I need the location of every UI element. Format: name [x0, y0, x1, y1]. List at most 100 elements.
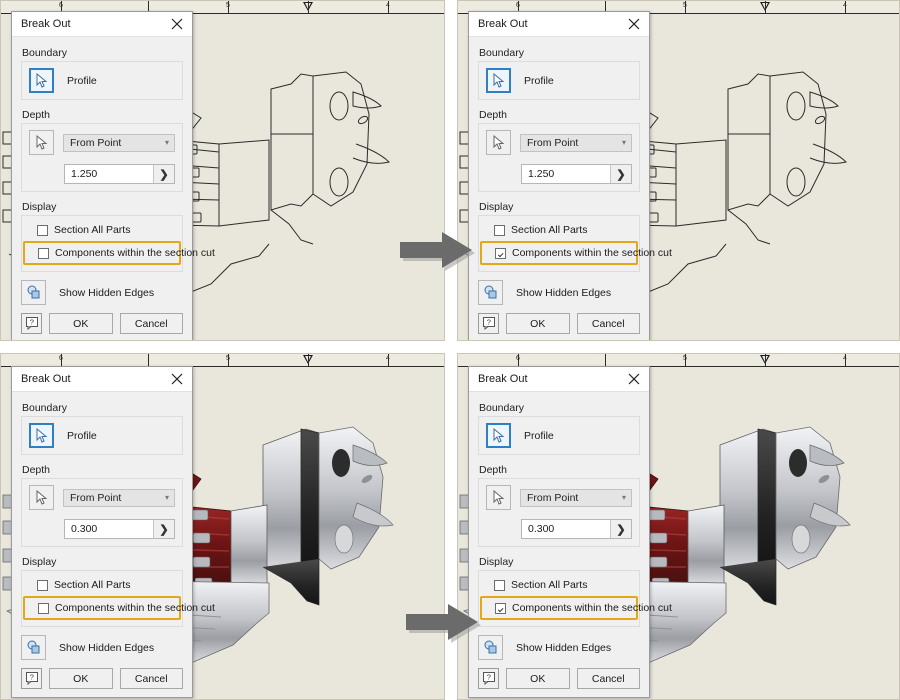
cancel-button[interactable]: Cancel [576, 668, 640, 689]
select-arrow-icon[interactable] [29, 423, 54, 448]
depth-value: 1.250 [71, 168, 98, 180]
show-hidden-edges-icon[interactable] [21, 280, 46, 305]
dialog-titlebar[interactable]: Break Out [469, 12, 649, 37]
show-hidden-edges-row[interactable]: Show Hidden Edges [478, 635, 640, 660]
section-all-parts-checkbox[interactable] [494, 579, 505, 591]
panel-top-left: 6 5 4 [0, 0, 445, 341]
dialog-titlebar[interactable]: Break Out [12, 12, 192, 37]
select-arrow-icon[interactable] [486, 68, 511, 93]
cancel-button[interactable]: Cancel [576, 313, 640, 334]
section-all-parts-row[interactable]: Section All Parts [486, 221, 632, 239]
depth-value-input[interactable]: 0.300 ❯ [521, 519, 632, 539]
help-icon[interactable]: ? [21, 668, 42, 689]
cancel-button[interactable]: Cancel [119, 313, 183, 334]
spinner-more-icon[interactable]: ❯ [610, 520, 631, 538]
dialog-titlebar[interactable]: Break Out [469, 367, 649, 392]
depth-value-input[interactable]: 1.250 ❯ [64, 164, 175, 184]
screenshot-root: 6 5 4 [0, 0, 900, 700]
dialog-footer: ? OK Cancel [478, 668, 640, 689]
components-within-section-cut-row[interactable]: Components within the section cut [480, 241, 672, 265]
breakout-dialog-top-right[interactable]: Break Out Boundary Profile Depth From Po… [468, 11, 672, 340]
dialog-titlebar[interactable]: Break Out [12, 367, 192, 392]
depth-point-select-arrow-icon[interactable] [29, 130, 54, 155]
profile-label: Profile [67, 429, 97, 442]
depth-point-select-arrow-icon[interactable] [29, 485, 54, 510]
dialog-title: Break Out [21, 18, 71, 30]
depth-group: From Point ▾ 0.300 ❯ [21, 478, 183, 547]
depth-group-label: Depth [479, 464, 508, 476]
chevron-down-icon: ▾ [621, 493, 626, 502]
show-hidden-edges-label: Show Hidden Edges [516, 286, 612, 299]
ok-button[interactable]: OK [49, 668, 113, 689]
svg-text:?: ? [29, 318, 33, 327]
section-all-parts-checkbox[interactable] [494, 224, 505, 236]
dialog-title: Break Out [21, 373, 71, 385]
section-all-parts-label: Section All Parts [54, 224, 131, 236]
components-within-section-cut-row[interactable]: Components within the section cut [23, 596, 215, 620]
show-hidden-edges-icon[interactable] [478, 280, 503, 305]
close-icon[interactable] [625, 15, 643, 33]
components-within-section-cut-checkbox[interactable] [38, 602, 49, 614]
breakout-dialog-bottom-right[interactable]: Break Out Boundary Profile Depth From Po… [468, 366, 672, 698]
section-all-parts-row[interactable]: Section All Parts [29, 221, 175, 239]
help-icon[interactable]: ? [478, 668, 499, 689]
show-hidden-edges-row[interactable]: Show Hidden Edges [21, 280, 183, 305]
depth-point-select-arrow-icon[interactable] [486, 130, 511, 155]
spinner-more-icon[interactable]: ❯ [153, 165, 174, 183]
depth-method-select[interactable]: From Point ▾ [520, 488, 632, 507]
dialog-body: Boundary Profile Depth [12, 392, 215, 697]
help-icon[interactable]: ? [478, 313, 499, 334]
ruler-label: 5 [683, 355, 687, 362]
chevron-down-icon: ▾ [164, 138, 169, 147]
ok-button[interactable]: OK [49, 313, 113, 334]
show-hidden-edges-row[interactable]: Show Hidden Edges [21, 635, 183, 660]
show-hidden-edges-label: Show Hidden Edges [516, 641, 612, 654]
depth-method-value: From Point [70, 491, 122, 504]
section-all-parts-checkbox[interactable] [37, 579, 48, 591]
depth-method-select[interactable]: From Point ▾ [63, 133, 175, 152]
ruler-label: 6 [59, 2, 63, 9]
section-all-parts-row[interactable]: Section All Parts [29, 576, 175, 594]
close-icon[interactable] [625, 370, 643, 388]
breakout-dialog-bottom-left[interactable]: Break Out Boundary Profile Depth From Po… [11, 366, 215, 698]
depth-value: 1.250 [528, 168, 555, 180]
profile-label: Profile [67, 74, 97, 87]
depth-method-value: From Point [527, 136, 579, 149]
help-icon[interactable]: ? [21, 313, 42, 334]
components-within-section-cut-checkbox[interactable] [495, 602, 506, 614]
boundary-group: Profile [21, 61, 183, 100]
ruler-label: 5 [683, 2, 687, 9]
close-icon[interactable] [168, 15, 186, 33]
spinner-more-icon[interactable]: ❯ [610, 165, 631, 183]
show-hidden-edges-icon[interactable] [478, 635, 503, 660]
show-hidden-edges-row[interactable]: Show Hidden Edges [478, 280, 640, 305]
section-all-parts-label: Section All Parts [511, 224, 588, 236]
close-icon[interactable] [168, 370, 186, 388]
depth-value-input[interactable]: 0.300 ❯ [64, 519, 175, 539]
cancel-button[interactable]: Cancel [119, 668, 183, 689]
boundary-group: Profile [478, 61, 640, 100]
breakout-dialog-top-left[interactable]: Break Out Boundary Profile Depth From Po… [11, 11, 215, 340]
depth-value: 0.300 [528, 523, 555, 535]
components-within-section-cut-row[interactable]: Components within the section cut [480, 596, 672, 620]
select-arrow-icon[interactable] [29, 68, 54, 93]
depth-method-select[interactable]: From Point ▾ [63, 488, 175, 507]
section-all-parts-label: Section All Parts [54, 579, 131, 591]
components-within-section-cut-checkbox[interactable] [495, 247, 506, 259]
components-within-section-cut-checkbox[interactable] [38, 247, 49, 259]
depth-group: From Point ▾ 1.250 ❯ [21, 123, 183, 192]
select-arrow-icon[interactable] [486, 423, 511, 448]
section-all-parts-checkbox[interactable] [37, 224, 48, 236]
ok-button[interactable]: OK [506, 668, 570, 689]
panel-top-right: 6 5 4 [457, 0, 900, 341]
show-hidden-edges-icon[interactable] [21, 635, 46, 660]
display-group-label: Display [22, 201, 57, 213]
depth-value-input[interactable]: 1.250 ❯ [521, 164, 632, 184]
components-within-section-cut-row[interactable]: Components within the section cut [23, 241, 215, 265]
depth-point-select-arrow-icon[interactable] [486, 485, 511, 510]
depth-method-select[interactable]: From Point ▾ [520, 133, 632, 152]
ok-button[interactable]: OK [506, 313, 570, 334]
display-group: Section All Parts Components within the … [478, 215, 672, 272]
section-all-parts-row[interactable]: Section All Parts [486, 576, 632, 594]
spinner-more-icon[interactable]: ❯ [153, 520, 174, 538]
